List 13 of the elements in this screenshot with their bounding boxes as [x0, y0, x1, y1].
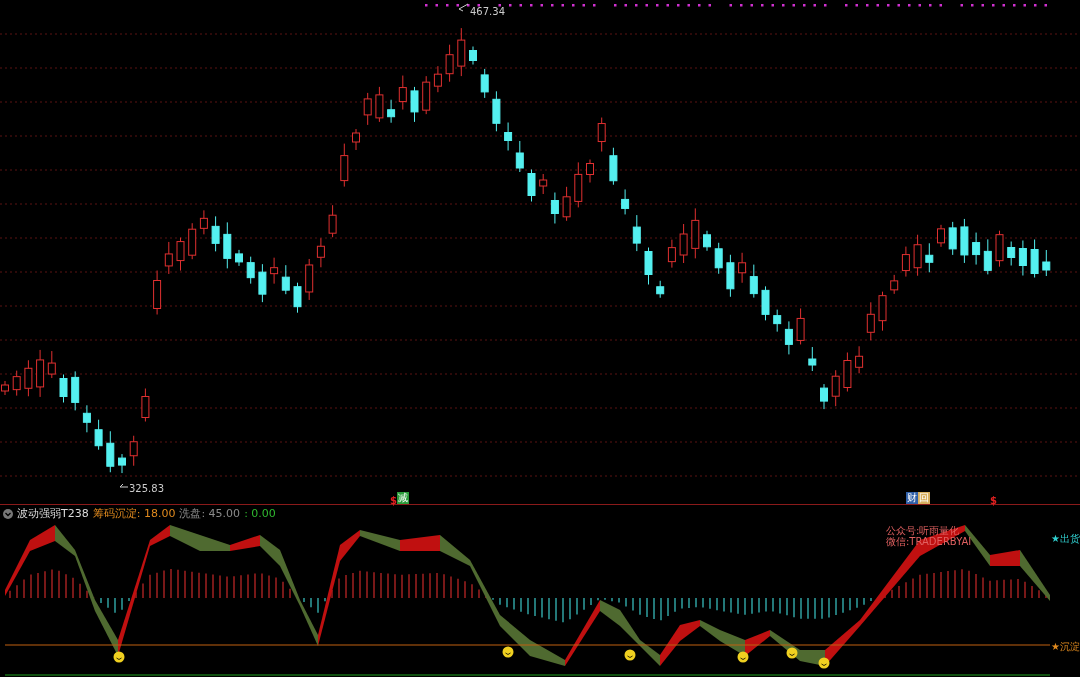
signal-badge: 减	[397, 492, 409, 504]
dollar-marker: $	[990, 494, 997, 508]
level-label: ★沉淀	[1051, 640, 1080, 654]
indicator-param: 洗盘: 45.00	[179, 506, 241, 522]
level-label: ★出货	[1051, 532, 1080, 546]
indicator-param: : 0.00	[244, 506, 276, 522]
dollar-marker: $	[390, 494, 397, 508]
signal-badge: 财	[906, 492, 918, 504]
indicator-name: 波动强弱T238	[17, 506, 89, 522]
low-price-label: 325.83	[129, 482, 164, 496]
signal-badge: 回	[918, 492, 930, 504]
indicator-param: 筹码沉淀: 18.00	[92, 506, 176, 522]
high-price-label: 467.34	[470, 5, 505, 19]
